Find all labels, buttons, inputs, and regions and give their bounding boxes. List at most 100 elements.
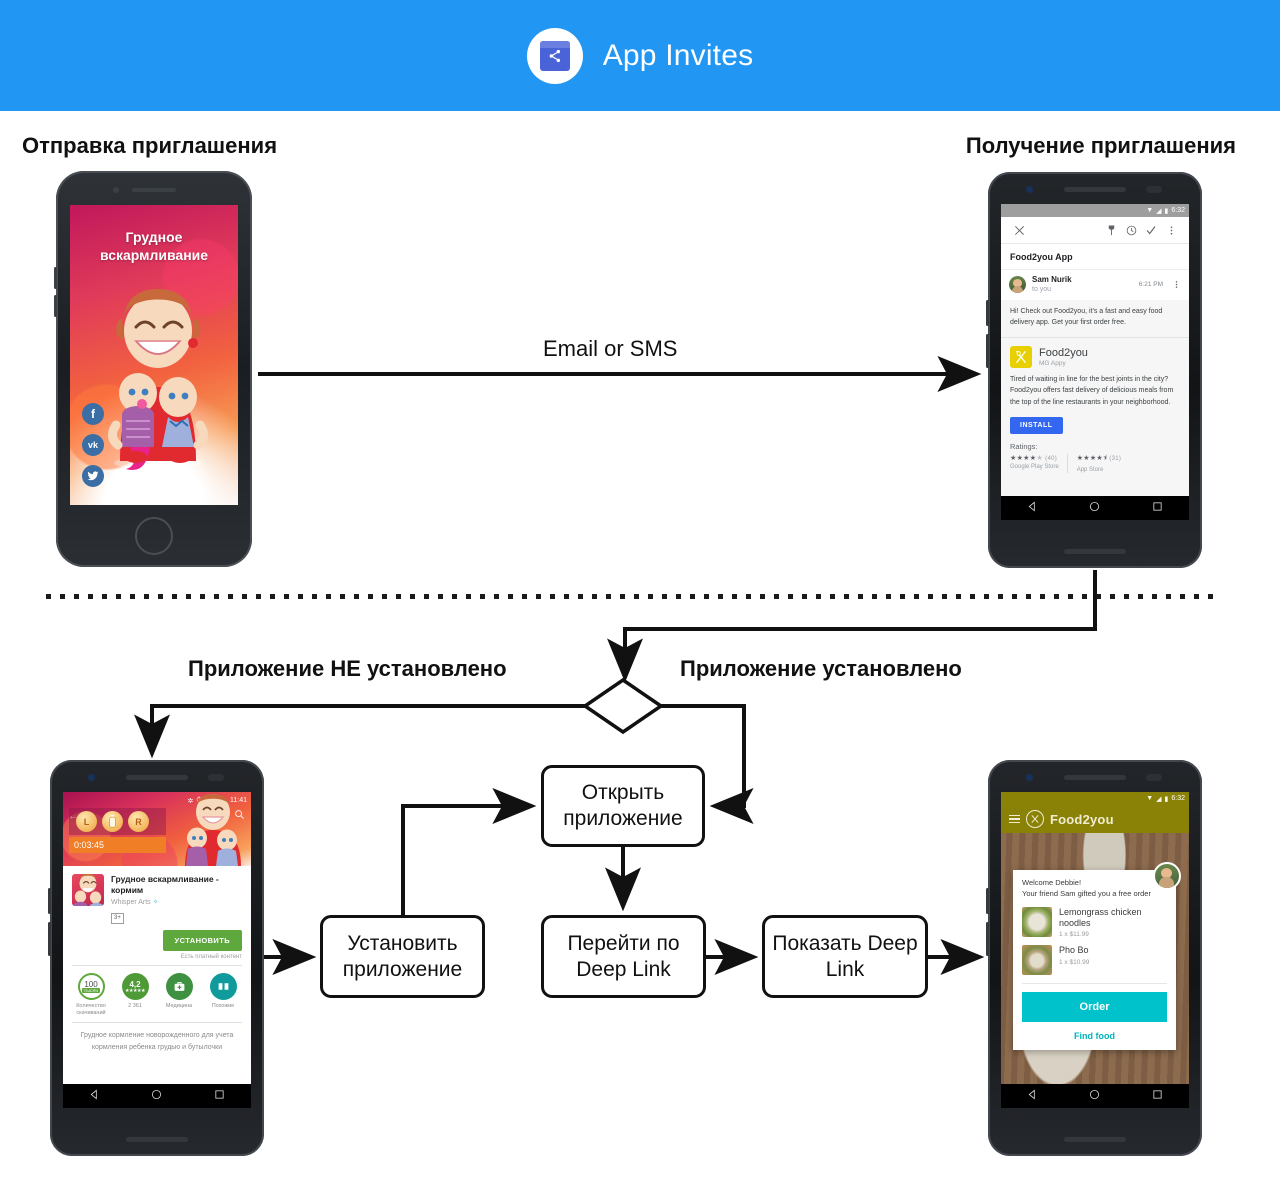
item-name: Lemongrass chicken noodles bbox=[1059, 906, 1142, 928]
flow-label-email-or-sms: Email or SMS bbox=[543, 336, 678, 361]
invite-app-name: Food2you bbox=[1039, 347, 1088, 360]
overflow-icon[interactable] bbox=[1161, 225, 1181, 236]
stat-similar[interactable]: Похожие bbox=[204, 973, 242, 1017]
similar-apps-icon bbox=[209, 973, 237, 1001]
stat-sub: ТЫСЯЧ bbox=[81, 988, 101, 994]
food2you-toolbar: Food2you bbox=[1001, 805, 1189, 833]
recents-icon[interactable] bbox=[1152, 499, 1163, 517]
hamburger-menu-icon[interactable] bbox=[1009, 814, 1020, 824]
stat-sub: ★★★★★ bbox=[125, 987, 145, 994]
stat-label: Похожие bbox=[211, 1003, 235, 1010]
stat-category[interactable]: Медицина bbox=[160, 973, 198, 1017]
bottom-speaker-grill bbox=[1064, 549, 1126, 554]
order-item: Lemongrass chicken noodles 1 x $11.99 bbox=[1022, 900, 1167, 938]
earpiece-speaker bbox=[1146, 774, 1162, 781]
power-button[interactable] bbox=[48, 888, 51, 914]
gmail-toolbar bbox=[1001, 217, 1189, 244]
flow-box-install-app[interactable]: Установить приложение bbox=[320, 915, 485, 998]
find-food-link[interactable]: Find food bbox=[1022, 1022, 1167, 1043]
twitter-icon[interactable] bbox=[82, 465, 104, 487]
android-nav-bar bbox=[63, 1084, 251, 1108]
flow-box-open-app[interactable]: Открыть приложение bbox=[541, 765, 705, 847]
email-body-text: Hi! Check out Food2you, it's a fast and … bbox=[1001, 300, 1189, 338]
front-camera-icon bbox=[88, 774, 95, 781]
volume-button[interactable] bbox=[48, 922, 51, 956]
age-rating-badge: 3+ bbox=[111, 913, 124, 925]
app-summary-row: Грудное вскармливание - кормим Whisper A… bbox=[63, 866, 251, 928]
wifi-icon: ▼ bbox=[1146, 795, 1154, 802]
food2you-screen: ▼ ◢ ▮ 6:32 Food2you Welcome Debbie! Your… bbox=[1001, 792, 1189, 1108]
food2you-app-icon bbox=[1010, 346, 1032, 369]
power-button[interactable] bbox=[986, 300, 989, 326]
install-button[interactable]: INSTALL bbox=[1010, 416, 1063, 434]
share-icon bbox=[526, 27, 583, 84]
welcome-line-1: Welcome Debbie! bbox=[1022, 878, 1082, 887]
item-name: Pho Bo bbox=[1059, 945, 1089, 956]
recents-icon[interactable] bbox=[1152, 1087, 1163, 1105]
sender-name: Sam Nurik bbox=[1032, 275, 1072, 284]
flow-box-show-deeplink[interactable]: Показать Deep Link bbox=[762, 915, 928, 998]
volume-button[interactable] bbox=[986, 334, 989, 368]
play-store-screen: ✲ ⏱ ▼ ◢ ▮ 11:41 ← L R 0 bbox=[63, 792, 251, 1108]
stat-rating: 4,2 ★★★★★ 2 361 bbox=[116, 973, 154, 1017]
app-icon bbox=[72, 874, 104, 906]
flow-label-not-installed: Приложение НЕ установлено bbox=[188, 656, 507, 681]
ratings-row: ★★★★★ (40) Google Play Store ★★★★⯨ (31) … bbox=[1010, 453, 1180, 473]
status-time: 6:32 bbox=[1171, 795, 1185, 802]
right-breast-button[interactable]: R bbox=[128, 811, 149, 832]
wifi-icon: ▼ bbox=[1146, 207, 1154, 214]
bottle-button[interactable] bbox=[102, 811, 123, 832]
pin-icon[interactable] bbox=[1101, 224, 1121, 236]
stat-label: 2 361 bbox=[128, 1003, 142, 1010]
item-thumbnail bbox=[1022, 945, 1052, 976]
stat-downloads: 100 ТЫСЯЧ Количество скачиваний bbox=[72, 973, 110, 1017]
android-status-bar: ▼ ◢ ▮ 6:32 bbox=[1001, 204, 1189, 217]
app-brand-name: Food2you bbox=[1050, 811, 1114, 827]
check-icon[interactable] bbox=[1141, 224, 1161, 236]
order-button[interactable]: Order bbox=[1022, 992, 1167, 1023]
install-button[interactable]: УСТАНОВИТЬ bbox=[162, 930, 242, 952]
home-button[interactable] bbox=[135, 517, 173, 555]
store-app-developer[interactable]: Whisper Arts ✧ bbox=[111, 896, 242, 906]
snooze-icon[interactable] bbox=[1121, 225, 1141, 236]
home-icon[interactable] bbox=[1089, 1087, 1100, 1105]
store-app-description: Грудное кормление новорожденного для уче… bbox=[80, 1032, 234, 1052]
phone-sender: Грудное вскармливание f vk bbox=[54, 171, 252, 567]
medical-bag-icon bbox=[165, 973, 193, 1001]
flow-box-go-deeplink[interactable]: Перейти по Deep Link bbox=[541, 915, 706, 998]
phone-receiver: ▼ ◢ ▮ 6:32 Food2you App Sam Nurik to you… bbox=[986, 172, 1202, 568]
vk-icon[interactable]: vk bbox=[82, 434, 104, 456]
facebook-icon[interactable]: f bbox=[82, 403, 104, 425]
volume-up-button[interactable] bbox=[54, 267, 57, 289]
section-heading-receive: Получение приглашения bbox=[965, 133, 1236, 158]
rating-stars-half: ⯨ bbox=[1103, 454, 1108, 462]
volume-button[interactable] bbox=[986, 922, 989, 956]
message-overflow-icon[interactable] bbox=[1172, 280, 1181, 289]
email-sender-row: Sam Nurik to you 6:21 PM bbox=[1001, 270, 1189, 301]
recents-icon[interactable] bbox=[214, 1087, 225, 1105]
app-hero-banner: ✲ ⏱ ▼ ◢ ▮ 11:41 ← L R 0 bbox=[63, 792, 251, 866]
home-icon[interactable] bbox=[1089, 499, 1100, 517]
signal-icon: ◢ bbox=[1156, 207, 1162, 215]
rating-count: (31) bbox=[1109, 455, 1122, 462]
bottom-speaker-grill bbox=[126, 1137, 188, 1142]
close-icon[interactable] bbox=[1009, 225, 1029, 236]
android-nav-bar bbox=[1001, 1084, 1189, 1108]
android-nav-bar bbox=[1001, 496, 1189, 520]
home-icon[interactable] bbox=[151, 1087, 162, 1105]
section-heading-send: Отправка приглашения bbox=[22, 133, 278, 158]
signal-icon: ◢ bbox=[1156, 795, 1162, 803]
bottom-speaker-grill bbox=[1064, 1137, 1126, 1142]
power-button[interactable] bbox=[986, 888, 989, 914]
app-splash-title: Грудное вскармливание bbox=[99, 229, 209, 263]
left-breast-button[interactable]: L bbox=[76, 811, 97, 832]
back-icon[interactable] bbox=[1027, 499, 1038, 517]
rating-stars: ★★★★ bbox=[1010, 454, 1037, 462]
volume-down-button[interactable] bbox=[54, 295, 57, 317]
battery-icon: ▮ bbox=[1164, 207, 1169, 215]
back-icon[interactable] bbox=[89, 1087, 100, 1105]
rating-store-name: Google Play Store bbox=[1010, 463, 1059, 470]
earpiece-speaker bbox=[208, 774, 224, 781]
back-icon[interactable] bbox=[1027, 1087, 1038, 1105]
gift-order-card: Welcome Debbie! Your friend Sam gifted y… bbox=[1013, 862, 1181, 1051]
